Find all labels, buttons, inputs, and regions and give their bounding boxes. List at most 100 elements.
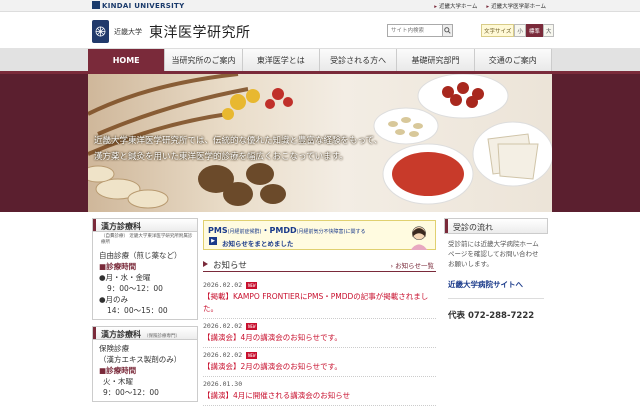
search-input[interactable] [387, 24, 447, 37]
triangle-marker-icon [203, 261, 208, 267]
font-size-label: 文字サイズ [481, 24, 515, 37]
woman-illustration-icon [410, 226, 428, 250]
consultation-flow-title: 受診の流れ [453, 223, 493, 232]
hospital-site-link[interactable]: 近畿大学病院サイトへ [444, 269, 548, 290]
search-icon [444, 27, 451, 34]
clinic-type-detail: （漢方エキス製剤のみ） [99, 355, 182, 364]
nav-home[interactable]: HOME [88, 49, 166, 71]
accent-bar [93, 327, 96, 339]
news-more-link[interactable]: › お知らせ一覧 [390, 260, 434, 270]
news-item: 2026.02.02 NEW 【掲載】KAMPO FRONTIERにPMS・PMD… [203, 281, 436, 319]
news-header: お知らせ › お知らせ一覧 [203, 258, 436, 272]
banner-text: ・PMDD [261, 226, 297, 235]
font-size-small[interactable]: 小 [514, 24, 526, 37]
left-column: 漢方診療科 （自費診療） 近畿大学東洋医学研究所附属診療所 自由診療（煎じ薬など… [92, 218, 198, 402]
news-date: 2026.02.02 [203, 322, 243, 330]
clinic-box-body: 保険診療 （漢方エキス製剤のみ） ■診療時間 火・木曜 9：00～12：00 [92, 340, 198, 402]
news-list: 2026.02.02 NEW 【掲載】KAMPO FRONTIERにPMS・PMD… [203, 278, 436, 406]
site-logo-icon[interactable] [92, 20, 109, 43]
nav-side-left [0, 48, 88, 74]
top-bar: KINDAI UNIVERSITY ▸ 近畿大学ホーム ▸ 近畿大学医学部ホーム [0, 0, 640, 12]
news-link[interactable]: 【講演】4月に開催される講演会のお知らせ [203, 390, 436, 406]
arrow-icon: ▸ [486, 4, 490, 10]
accent-bar [93, 219, 96, 231]
hours-time: 9：00～12：00 [107, 284, 163, 293]
font-size-large[interactable]: 大 [542, 24, 555, 37]
news-item: 2026.01.30 【講演】4月に開催される講演会のお知らせ [203, 380, 436, 406]
nav-side-right [552, 48, 640, 74]
news-date: 2026.02.02 [203, 281, 243, 289]
banner-line1: PMS(月経前症候群)・PMDD(月経前気分不快障害)に関する [208, 225, 366, 236]
search-button[interactable] [442, 24, 453, 37]
news-date: 2026.01.30 [203, 380, 243, 388]
new-badge: NEW [246, 281, 258, 289]
news-date-row: 2026.02.02 NEW [203, 281, 436, 289]
hours-heading-text: 診療時間 [106, 366, 137, 375]
news-link[interactable]: 【講演会】4月の講演会のお知らせです。 [203, 332, 436, 348]
banner-small-text: (月経前症候群) [227, 229, 262, 235]
clinic-box-header: 漢方診療科 （保険診療専門） [92, 326, 198, 340]
nav-oriental-medicine[interactable]: 東洋医学とは [243, 49, 320, 71]
accent-bar [445, 219, 448, 233]
arrow-icon: ▸ [434, 4, 438, 10]
main-nav: HOME 当研究所のご案内 東洋医学とは 受診される方へ 基礎研究部門 交通のご… [88, 48, 552, 74]
consultation-note: 受診前には近畿大学病院ホームページを確認してお問い合わせお願いします。 [448, 240, 539, 268]
nav-access[interactable]: 交通のご案内 [475, 49, 552, 71]
link-label: 近畿大学ホーム [439, 4, 478, 10]
hours-days: ●月のみ [99, 295, 129, 304]
news-date-row: 2026.02.02 NEW [203, 322, 436, 330]
consultation-flow-header[interactable]: 受診の流れ [444, 218, 548, 234]
font-size-standard[interactable]: 標準 [525, 24, 543, 37]
hero-caption: 近畿大学東洋医学研究所では、伝統的な優れた知識と豊富な経験をもって、 漢方薬と鍼… [94, 133, 434, 165]
top-links: ▸ 近畿大学ホーム ▸ 近畿大学医学部ホーム [434, 2, 546, 10]
clinic-box-body: 自由診療（煎じ薬など） ■診療時間 ●月・水・金曜 9：00～12：00 ●月の… [92, 247, 198, 320]
news-title: お知らせ [213, 261, 247, 271]
banner-small-text: に関する [345, 229, 366, 235]
news-date-row: 2026.02.02 NEW [203, 351, 436, 359]
banner-line2: お知らせをまとめました [222, 240, 294, 248]
arrow-icon: ▶ [209, 237, 217, 245]
nav-about[interactable]: 当研究所のご案内 [165, 49, 243, 71]
news-link[interactable]: 【講演会】2月の講演会のお知らせです。 [203, 361, 436, 377]
hero-caption-line: 近畿大学東洋医学研究所では、伝統的な優れた知識と豊富な経験をもって、 [94, 136, 383, 146]
clinic-type: 自由診療（煎じ薬など） [99, 251, 182, 260]
hours-days: 火・木曜 [103, 377, 133, 386]
hours-time: 14：00～15：00 [107, 306, 168, 315]
clinic-box-header: 漢方診療科 [92, 218, 198, 232]
right-column: 受診の流れ 受診前には近畿大学病院ホームページを確認してお問い合わせお願いします… [444, 218, 548, 321]
hours-heading-text: 診療時間 [106, 262, 137, 271]
clinic-box-title: 漢方診療科 [101, 222, 141, 231]
news-more-label: お知らせ一覧 [395, 262, 434, 270]
hours-time: 9：00～12：00 [103, 388, 159, 397]
nav-basic-research[interactable]: 基礎研究部門 [397, 49, 475, 71]
link-medicine-home[interactable]: ▸ 近畿大学医学部ホーム [486, 2, 546, 10]
banner-text: PMS [208, 226, 228, 235]
news-item: 2026.02.02 NEW 【講演会】4月の講演会のお知らせです。 [203, 322, 436, 348]
banner-small-text: (月経前気分不快障害) [296, 229, 346, 235]
phone-number: 代表 072-288-7222 [448, 311, 535, 321]
news-item: 2026.02.02 NEW 【講演会】2月の講演会のお知らせです。 [203, 351, 436, 377]
pms-pmdd-banner[interactable]: PMS(月経前症候群)・PMDD(月経前気分不快障害)に関する ▶ お知らせをま… [203, 220, 436, 250]
new-badge: NEW [246, 322, 258, 330]
site-sub-title: 近畿大学 [114, 28, 142, 36]
news-link[interactable]: 【掲載】KAMPO FRONTIERにPMS・PMDDの記事が掲載されました。 [203, 291, 436, 319]
university-name: KINDAI UNIVERSITY [102, 2, 185, 10]
nav-for-patients[interactable]: 受診される方へ [320, 49, 398, 71]
clinic-box-subtitle: （自費診療） 近畿大学東洋医学研究所附属診療所 [92, 232, 198, 247]
news-date: 2026.02.02 [203, 351, 243, 359]
clinic-box-title: 漢方診療科 [101, 330, 141, 339]
university-mark-icon [92, 1, 100, 9]
news-date-row: 2026.01.30 [203, 380, 436, 388]
new-badge: NEW [246, 351, 258, 359]
hours-heading: ■診療時間 [99, 365, 191, 376]
clinic-type: 保険診療 [99, 344, 129, 353]
clinic-box-subtitle: （保険診療専門） [144, 334, 180, 339]
font-size-switcher: 文字サイズ 小 標準 大 [481, 24, 555, 37]
chevron-right-icon: › [390, 262, 394, 270]
hero-caption-line: 漢方薬と鍼灸を用いた東洋医学的診療を幅広くおこなっています。 [94, 152, 348, 162]
site-title[interactable]: 東洋医学研究所 [149, 22, 251, 42]
hours-heading: ■診療時間 [99, 261, 191, 272]
hours-days: ●月・水・金曜 [99, 273, 151, 282]
university-logo[interactable]: KINDAI UNIVERSITY [92, 1, 184, 10]
link-kindai-home[interactable]: ▸ 近畿大学ホーム [434, 2, 477, 10]
